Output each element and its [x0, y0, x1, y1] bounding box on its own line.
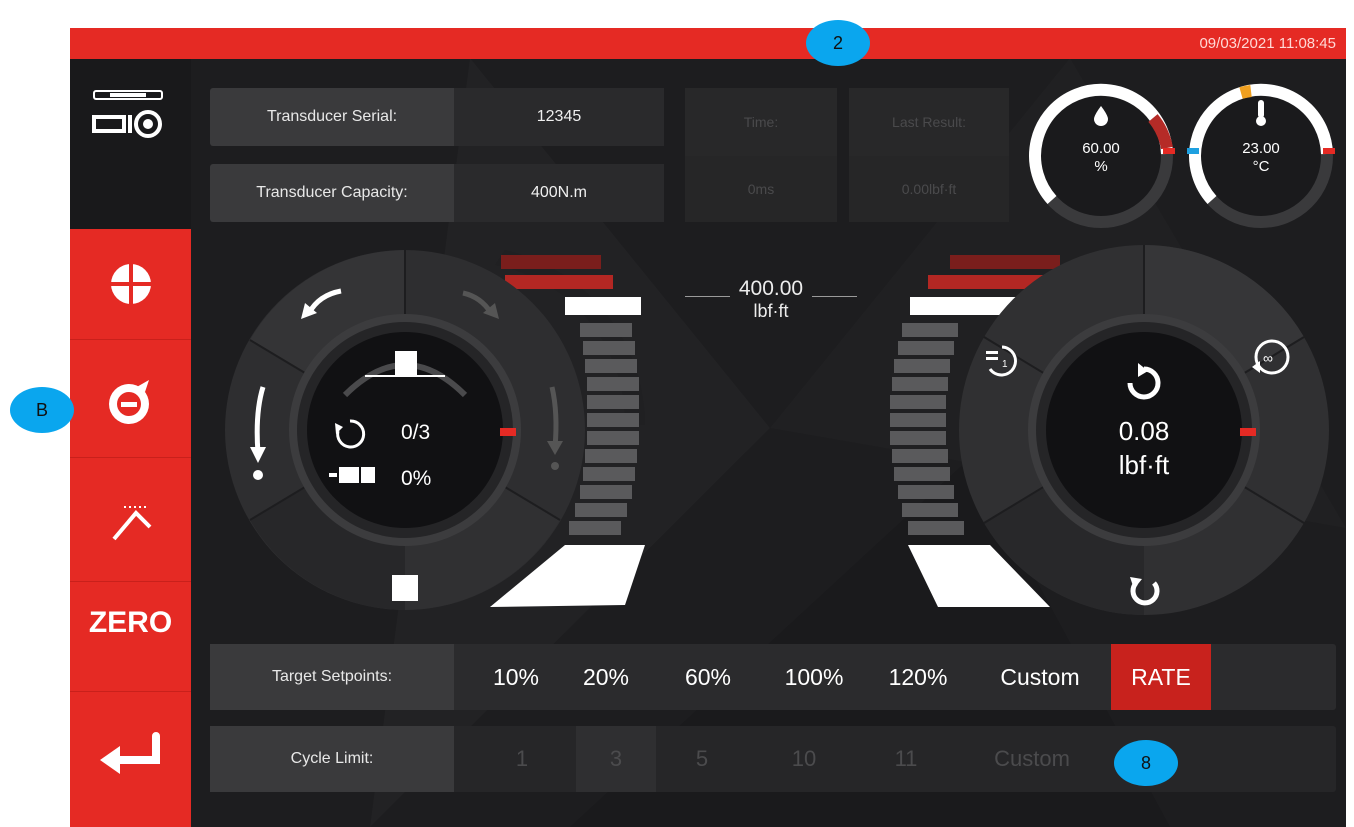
sidebar: ZERO — [70, 229, 191, 827]
cw-down-arrow-icon[interactable] — [542, 383, 568, 473]
back-button[interactable] — [70, 707, 191, 803]
temperature-value: 23.00 — [1242, 140, 1280, 157]
humidity-value: 60.00 — [1082, 140, 1120, 157]
reverse-rotation-icon[interactable] — [1128, 573, 1162, 607]
peak-icon — [111, 506, 151, 541]
torque-value: 0.08 — [1118, 416, 1170, 446]
callout-marker: B — [10, 387, 74, 433]
capacity-value: 400.00 — [738, 277, 804, 300]
capacity-unit: lbf·ft — [753, 301, 789, 321]
humidity-gauge: 60.00 % — [1023, 78, 1179, 234]
setpoint-option[interactable]: 100% — [770, 644, 858, 710]
memory-percent: 0% — [401, 467, 432, 490]
transducer-serial-value: 12345 — [454, 88, 664, 146]
cycle-limit-option[interactable]: 5 — [662, 726, 742, 792]
left-dial-graphic — [225, 250, 645, 610]
single-cycle-icon[interactable]: 1 — [980, 339, 1024, 383]
transducer-capacity-value: 400N.m — [454, 164, 664, 222]
setpoint-option[interactable]: 60% — [668, 644, 748, 710]
time-value: 0ms — [685, 156, 837, 222]
tracking-mode-button[interactable] — [70, 347, 191, 457]
zero-button[interactable]: ZERO — [70, 593, 191, 653]
sidebar-header — [70, 59, 191, 229]
transducer-serial-label: Transducer Serial: — [210, 88, 454, 146]
cw-arrow-icon[interactable] — [457, 287, 507, 327]
transducer-capacity-label: Transducer Capacity: — [210, 164, 454, 222]
svg-text:1: 1 — [1002, 359, 1008, 370]
last-result-value: 0.00lbf·ft — [849, 156, 1009, 222]
dial-minus-icon — [108, 380, 149, 424]
temperature-gauge: 23.00 °C — [1183, 78, 1339, 234]
crosshair-icon — [108, 262, 153, 306]
cycle-limit-option-custom[interactable]: Custom — [970, 726, 1094, 792]
ccw-arrow-icon[interactable] — [297, 285, 347, 325]
memory-icon — [329, 467, 375, 483]
transducer-icon[interactable] — [84, 71, 174, 161]
target-setpoints-label: Target Setpoints: — [210, 644, 454, 710]
cycle-icon — [335, 419, 366, 449]
cycle-limit-option[interactable]: 10 — [764, 726, 844, 792]
svg-text:∞: ∞ — [1263, 350, 1273, 366]
cycle-limit-label: Cycle Limit: — [210, 726, 454, 792]
status-bar: 09/03/2021 11:08:45 — [70, 28, 1346, 59]
stop-button[interactable] — [392, 575, 418, 601]
torque-unit: lbf·ft — [1118, 450, 1170, 480]
temperature-unit: °C — [1252, 158, 1270, 175]
setpoint-option-custom[interactable]: Custom — [978, 644, 1102, 710]
humidity-unit: % — [1094, 158, 1108, 175]
cycle-count: 0/3 — [401, 421, 431, 444]
callout-marker: 8 — [1114, 740, 1178, 786]
peak-mode-button[interactable] — [70, 467, 191, 577]
thermometer-icon — [1256, 100, 1266, 126]
ccw-down-arrow-icon[interactable] — [245, 383, 271, 483]
target-mode-button[interactable] — [70, 229, 191, 339]
cw-rotation-icon — [1127, 363, 1161, 400]
callout-marker: 2 — [806, 20, 870, 66]
continuous-cycle-icon[interactable]: ∞ — [1246, 333, 1296, 383]
return-arrow-icon — [99, 732, 160, 774]
right-control-dial: 1 ∞ 0.08 lbf·ft — [880, 235, 1336, 620]
tool-rotation-icon — [342, 351, 468, 398]
setpoint-option-rate[interactable]: RATE — [1111, 644, 1211, 710]
setpoint-option[interactable]: 20% — [566, 644, 646, 710]
datetime-display: 09/03/2021 11:08:45 — [1199, 35, 1336, 52]
last-result-label: Last Result: — [849, 88, 1009, 156]
cycle-limit-option[interactable]: 1 — [482, 726, 562, 792]
left-control-dial: 0/3 0% — [205, 235, 675, 620]
cycle-limit-option[interactable]: 11 — [866, 726, 946, 792]
setpoint-option[interactable]: 10% — [476, 644, 556, 710]
droplet-icon — [1094, 106, 1108, 126]
cycle-limit-option-selected[interactable]: 3 — [576, 726, 656, 792]
time-label: Time: — [685, 88, 837, 156]
setpoint-option[interactable]: 120% — [872, 644, 964, 710]
